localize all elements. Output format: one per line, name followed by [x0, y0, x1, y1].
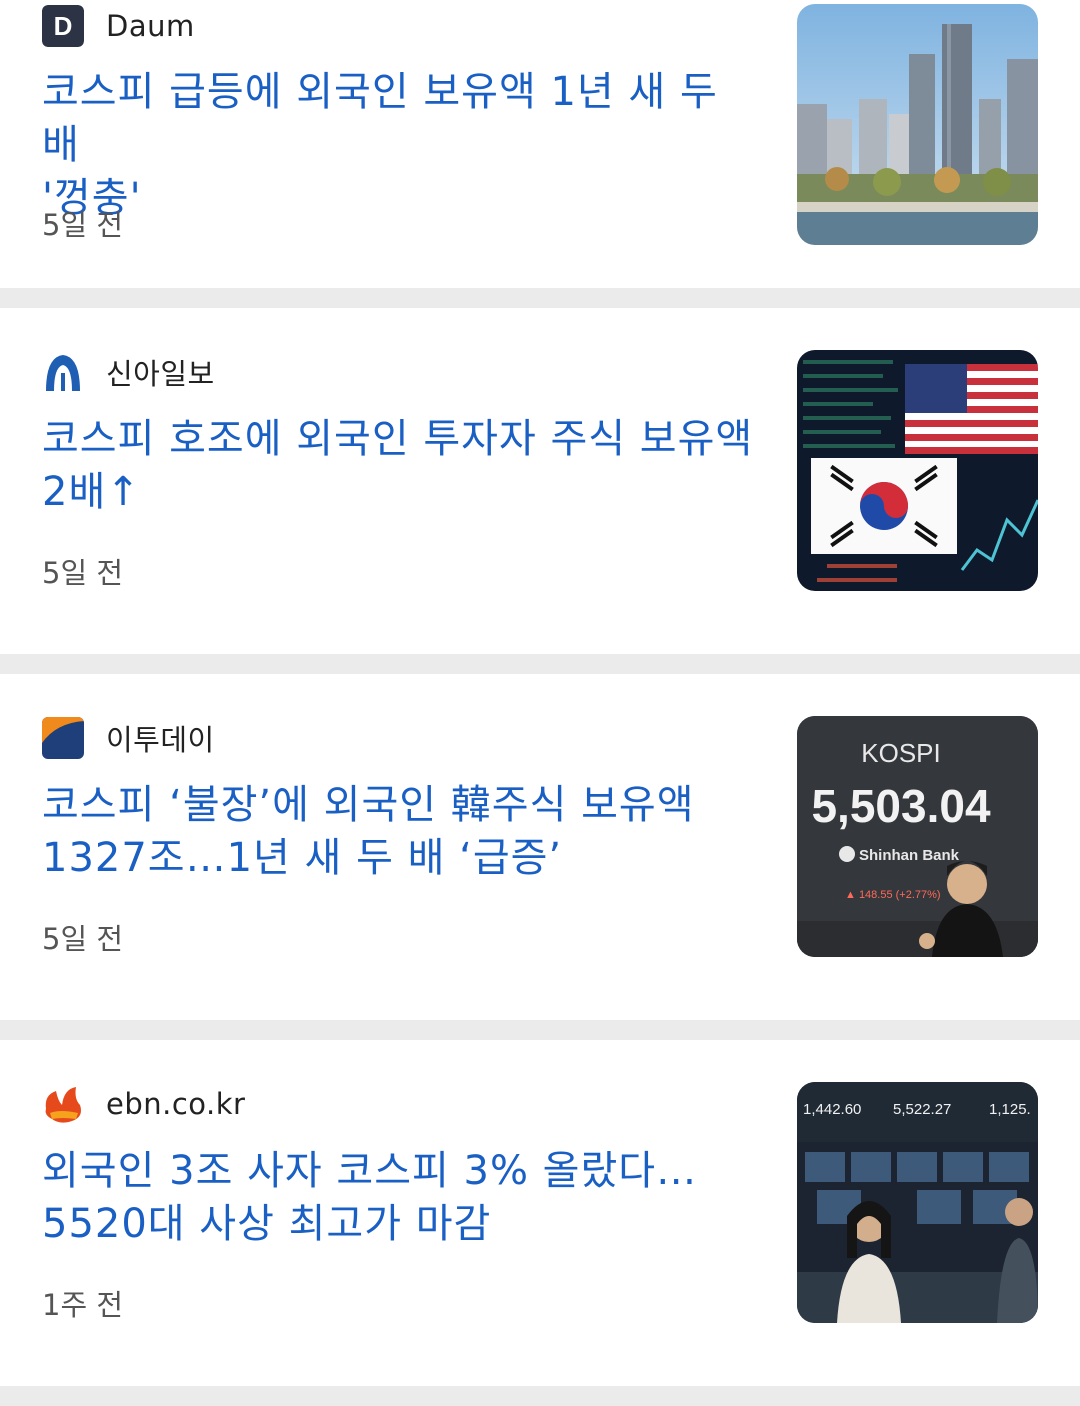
- etoday-logo-icon: [42, 717, 84, 759]
- kospi-title: KOSPI: [861, 738, 940, 768]
- headline-link[interactable]: 코스피 급등에 외국인 보유액 1년 새 두 배 '껑충': [42, 66, 762, 225]
- source-name: 이투데이: [106, 723, 215, 757]
- headline-link[interactable]: 코스피 호조에 외국인 투자자 주식 보유액 2배↑: [42, 413, 762, 519]
- flags-stock-board-thumbnail[interactable]: [797, 350, 1038, 591]
- source-name: ebn.co.kr: [106, 1087, 246, 1121]
- source-row: ebn.co.kr: [42, 1084, 245, 1124]
- headline-link[interactable]: 외국인 3조 사자 코스피 3% 올랐다… 5520대 사상 최고가 마감: [42, 1145, 762, 1251]
- source-name: Daum: [106, 9, 195, 43]
- headline-line: 코스피 호조에 외국인 투자자 주식 보유액: [42, 416, 754, 462]
- kospi-value: 5,503.04: [811, 780, 990, 832]
- news-card[interactable]: D Daum 코스피 급등에 외국인 보유액 1년 새 두 배 '껑충' 5일 …: [0, 0, 1080, 288]
- headline-line: 1327조…1년 새 두 배 ‘급증’: [42, 835, 563, 881]
- timestamp: 5일 전: [42, 208, 124, 242]
- headline-line: 외국인 3조 사자 코스피 3% 올랐다…: [42, 1148, 698, 1194]
- news-feed: D Daum 코스피 급등에 외국인 보유액 1년 새 두 배 '껑충' 5일 …: [0, 0, 1080, 1406]
- headline-line: 코스피 급등에 외국인 보유액 1년 새 두 배: [42, 69, 718, 168]
- daum-logo-icon: D: [42, 5, 84, 47]
- timestamp: 5일 전: [42, 556, 124, 590]
- source-row: D Daum: [42, 5, 195, 47]
- svg-text:D: D: [54, 11, 73, 41]
- city-skyline-thumbnail[interactable]: [797, 4, 1038, 245]
- headline-link[interactable]: 코스피 ‘불장’에 외국인 韓주식 보유액 1327조…1년 새 두 배 ‘급증…: [42, 779, 762, 885]
- card-separator: [0, 1020, 1080, 1040]
- board-value-2: 5,522.27: [893, 1101, 951, 1118]
- headline-line: 2배↑: [42, 469, 141, 515]
- kospi-board-thumbnail[interactable]: KOSPI 5,503.04 Shinhan Bank ▲ 148.55 (+2…: [797, 716, 1038, 957]
- card-separator: [0, 654, 1080, 674]
- source-row: 신아일보: [42, 352, 215, 392]
- dealing-room-thumbnail[interactable]: 1,442.60 5,522.27 1,125.: [797, 1082, 1038, 1323]
- source-row: 이투데이: [42, 717, 215, 759]
- timestamp: 1주 전: [42, 1288, 124, 1322]
- news-card[interactable]: ebn.co.kr 외국인 3조 사자 코스피 3% 올랐다… 5520대 사상…: [0, 1040, 1080, 1328]
- headline-line: '껑충': [42, 175, 142, 221]
- board-value-3: 1,125.: [989, 1101, 1031, 1118]
- card-separator: [0, 288, 1080, 308]
- source-name: 신아일보: [106, 357, 215, 391]
- kospi-bank: Shinhan Bank: [859, 847, 960, 864]
- ebn-logo-icon: [45, 1087, 81, 1123]
- news-card[interactable]: 이투데이 코스피 ‘불장’에 외국인 韓주식 보유액 1327조…1년 새 두 …: [0, 674, 1080, 962]
- headline-line: 5520대 사상 최고가 마감: [42, 1201, 492, 1247]
- shinailbo-logo-icon: [46, 355, 80, 391]
- news-card[interactable]: 신아일보 코스피 호조에 외국인 투자자 주식 보유액 2배↑ 5일 전: [0, 308, 1080, 596]
- timestamp: 5일 전: [42, 922, 124, 956]
- board-value-1: 1,442.60: [803, 1101, 861, 1118]
- kospi-change: ▲ 148.55 (+2.77%): [845, 889, 941, 901]
- headline-line: 코스피 ‘불장’에 외국인 韓주식 보유액: [42, 782, 695, 828]
- card-separator: [0, 1386, 1080, 1406]
